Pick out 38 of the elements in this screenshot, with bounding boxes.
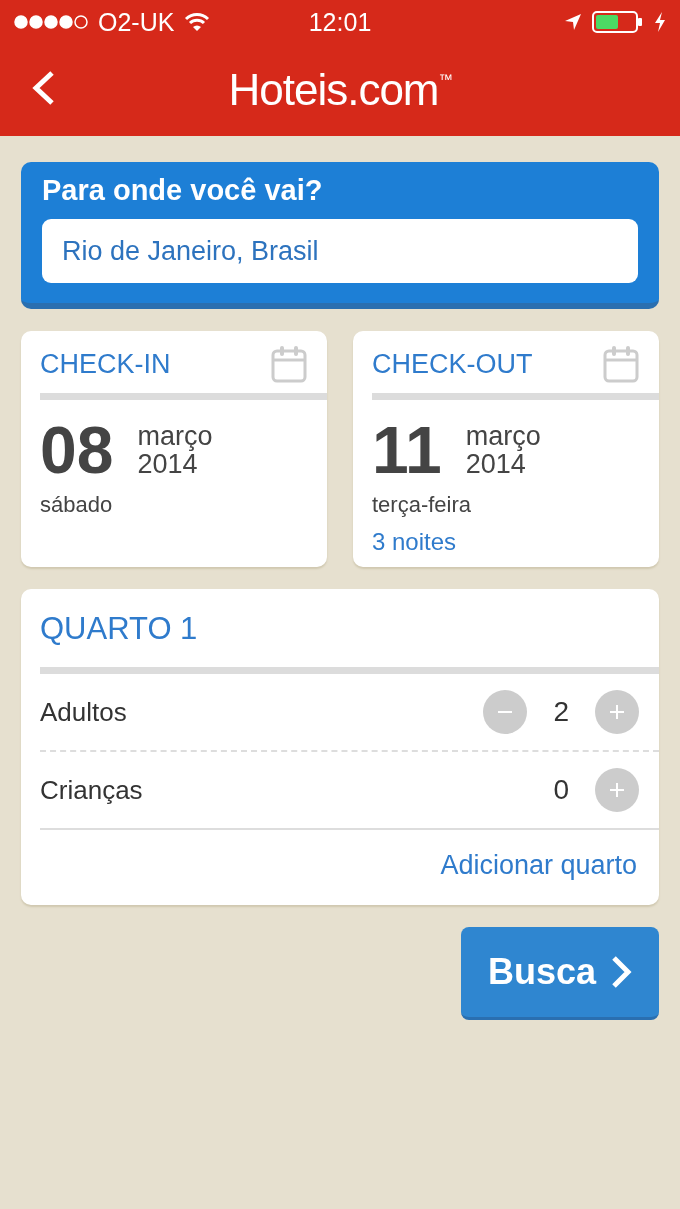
guest-type-label: Crianças [40, 774, 143, 806]
guest-count: 2 [553, 696, 569, 728]
plus-icon [607, 702, 627, 722]
increment-button[interactable] [595, 768, 639, 812]
calendar-icon [271, 345, 307, 383]
day-number: 11 [372, 412, 442, 488]
year-text: 2014 [465, 450, 526, 478]
charging-bolt-icon [654, 12, 666, 32]
plus-icon [607, 780, 627, 800]
guest-type-label: Adultos [40, 696, 127, 728]
carrier-name: O2-UK [98, 7, 175, 37]
guest-count: 0 [553, 774, 569, 806]
wifi-icon [184, 12, 211, 32]
calendar-icon [603, 345, 639, 383]
decrement-button[interactable] [483, 690, 528, 734]
search-button[interactable]: Busca [461, 927, 659, 1020]
increment-button[interactable] [595, 690, 639, 734]
app-logo: Hoteis.com$^{™}$ [228, 65, 452, 115]
minus-icon [498, 711, 513, 713]
destination-label: Para onde você vai? [42, 174, 324, 207]
signal-icon [14, 15, 88, 29]
room-title: QUARTO 1 [40, 611, 199, 647]
clock-time: 12:01 [308, 7, 372, 37]
chevron-right-icon [610, 955, 633, 989]
location-arrow-icon [564, 13, 582, 31]
month-name: março [465, 422, 541, 450]
year-text: 2014 [137, 450, 198, 478]
back-chevron-icon [30, 70, 56, 106]
weekday-text: terça-feira [372, 492, 473, 518]
day-number: 08 [40, 412, 114, 488]
date-label: CHECK-IN [40, 348, 171, 380]
nights-count: 3 noites [372, 528, 458, 556]
date-label: CHECK-OUT [372, 348, 533, 380]
battery-icon [592, 11, 644, 33]
month-name: março [137, 422, 213, 450]
destination-field[interactable]: Rio de Janeiro, Brasil [42, 219, 638, 283]
weekday-text: sábado [40, 492, 114, 518]
add-room-link[interactable]: Adicionar quarto [440, 850, 637, 881]
